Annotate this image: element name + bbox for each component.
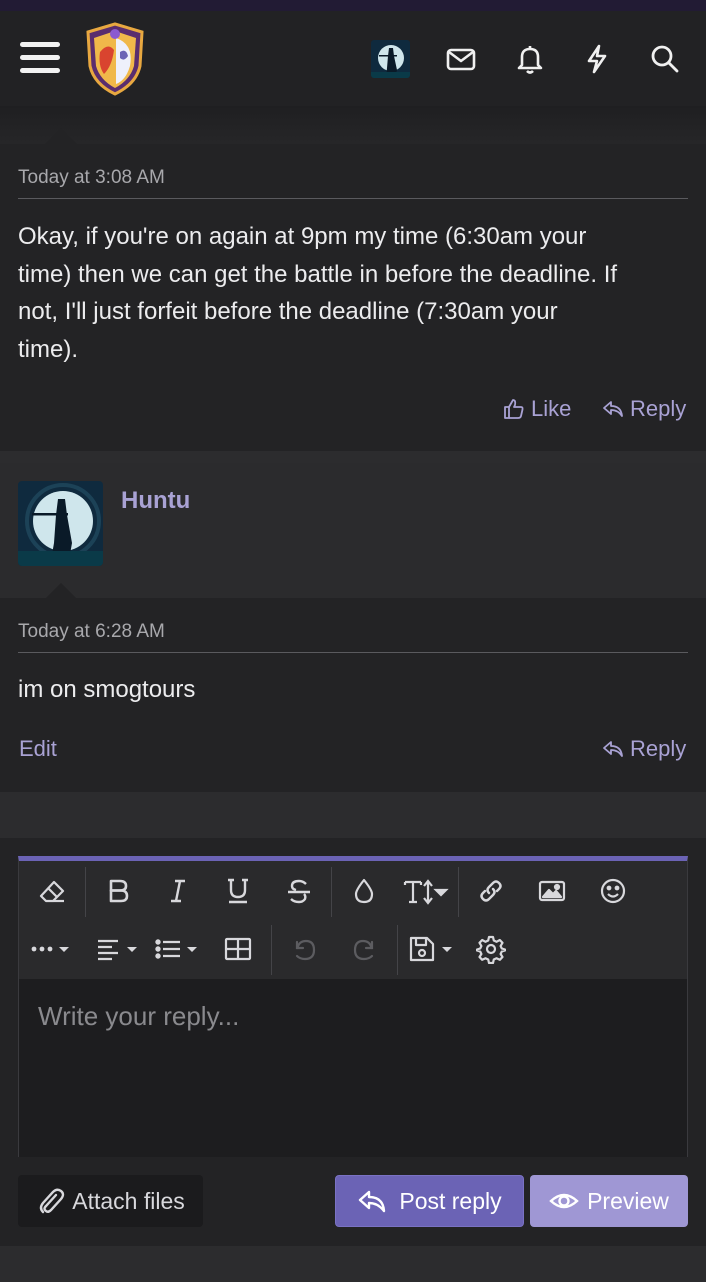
- attach-files-label: Attach files: [72, 1187, 185, 1214]
- reply-textarea[interactable]: Write your reply...: [19, 979, 687, 1157]
- reply-arrow-icon: [359, 1190, 386, 1213]
- reply-button[interactable]: Reply: [601, 396, 686, 422]
- more-options-icon[interactable]: [29, 927, 79, 971]
- image-icon[interactable]: [530, 869, 574, 913]
- preview-label: Preview: [587, 1187, 669, 1214]
- toolbar-separator: [458, 867, 459, 917]
- editor-toolbar: [19, 861, 687, 979]
- reply-label: Reply: [630, 396, 687, 421]
- like-button[interactable]: Like: [502, 396, 571, 422]
- smiley-icon[interactable]: [591, 869, 635, 913]
- post-arrow: [45, 583, 77, 599]
- edit-button[interactable]: Edit: [19, 736, 57, 762]
- mail-icon[interactable]: [444, 42, 478, 76]
- post-arrow: [45, 128, 77, 144]
- message-line: Okay, if you're on again at 9pm my time …: [18, 223, 587, 250]
- user-avatar[interactable]: [371, 40, 410, 78]
- post-message: Okay, if you're on again at 9pm my time …: [18, 218, 694, 368]
- eye-icon: [549, 1193, 579, 1209]
- settings-gear-icon[interactable]: [469, 927, 513, 971]
- color-drop-icon[interactable]: [342, 869, 386, 913]
- list-icon[interactable]: [152, 927, 206, 971]
- lightning-icon[interactable]: [580, 42, 614, 76]
- preview-button[interactable]: Preview: [530, 1175, 688, 1227]
- top-accent-strip: [0, 0, 706, 11]
- thumbs-up-icon: [504, 399, 524, 419]
- redo-icon[interactable]: [343, 927, 387, 971]
- eraser-icon[interactable]: [30, 869, 74, 913]
- bold-icon[interactable]: [96, 869, 140, 913]
- reply-button[interactable]: Reply: [601, 736, 686, 762]
- message-line: time) then we can get the battle in befo…: [18, 260, 618, 288]
- hamburger-menu-icon[interactable]: [20, 42, 60, 76]
- text-size-icon[interactable]: [403, 869, 455, 913]
- post-timestamp[interactable]: Today at 3:08 AM: [18, 167, 165, 189]
- link-icon[interactable]: [469, 869, 513, 913]
- reply-arrow-icon: [603, 741, 623, 757]
- section-separator: [0, 792, 706, 838]
- italic-icon[interactable]: [156, 869, 200, 913]
- post-timestamp[interactable]: Today at 6:28 AM: [18, 621, 165, 643]
- paperclip-icon: [40, 1188, 65, 1214]
- post-reply-button[interactable]: Post reply: [335, 1175, 524, 1227]
- post-username[interactable]: Huntu: [121, 487, 190, 515]
- strikethrough-icon[interactable]: [277, 869, 321, 913]
- toolbar-separator: [271, 925, 272, 975]
- search-icon[interactable]: [648, 42, 682, 76]
- message-line: not, I'll just forfeit before the deadli…: [18, 298, 558, 325]
- forum-logo[interactable]: [82, 22, 148, 96]
- reply-arrow-icon: [603, 401, 623, 417]
- bell-icon[interactable]: [513, 42, 547, 76]
- undo-icon[interactable]: [282, 927, 326, 971]
- post-avatar[interactable]: [18, 481, 103, 566]
- post-message: im on smogtours: [18, 676, 196, 703]
- like-label: Like: [531, 396, 572, 421]
- attach-files-button[interactable]: Attach files: [18, 1175, 203, 1227]
- divider: [18, 652, 688, 653]
- divider: [18, 198, 688, 199]
- reply-placeholder: Write your reply...: [38, 1001, 240, 1031]
- table-icon[interactable]: [216, 927, 260, 971]
- reply-label: Reply: [630, 736, 687, 761]
- message-line: time).: [18, 335, 78, 363]
- align-icon[interactable]: [92, 927, 146, 971]
- underline-icon[interactable]: [216, 869, 260, 913]
- toolbar-separator: [331, 867, 332, 917]
- toolbar-separator: [85, 867, 86, 917]
- page-bottom: [0, 1246, 706, 1282]
- reply-editor: Write your reply...: [18, 856, 688, 1157]
- post-separator: [0, 451, 706, 463]
- navbar-shadow: [0, 106, 706, 144]
- post-user-header: [0, 463, 706, 598]
- post-reply-label: Post reply: [399, 1187, 502, 1214]
- toolbar-separator: [397, 925, 398, 975]
- save-draft-icon[interactable]: [407, 927, 461, 971]
